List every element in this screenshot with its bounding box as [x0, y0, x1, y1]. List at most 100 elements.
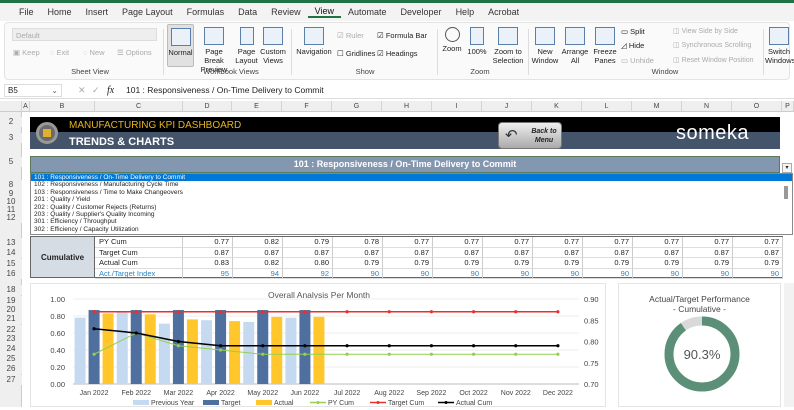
freeze-panes-icon — [595, 27, 615, 45]
menu-help[interactable]: Help — [449, 7, 482, 17]
column-header-B[interactable]: B — [30, 101, 95, 112]
cancel-icon[interactable]: ✕ — [78, 85, 86, 96]
kpi-list[interactable]: 101 : Responsiveness / On-Time Delivery … — [30, 173, 793, 235]
kpi-list-item[interactable]: 103 : Responsiveness / Time to Make Chan… — [31, 189, 792, 196]
menu-view[interactable]: View — [307, 6, 341, 18]
zoom-button[interactable]: Zoom — [441, 27, 463, 53]
kpi-list-item[interactable]: 102 : Responsiveness / Manufacturing Cyc… — [31, 181, 792, 188]
back-to-menu-button[interactable]: ↶ Back to Menu — [498, 122, 562, 149]
kpi-list-item[interactable]: 101 : Responsiveness / On-Time Delivery … — [31, 174, 792, 182]
menu-file[interactable]: File — [12, 7, 41, 17]
point-target-cum — [471, 310, 476, 314]
row-header-3[interactable]: 3 — [0, 133, 22, 143]
row-header-26[interactable]: 26 — [0, 364, 22, 374]
row-header-12[interactable]: 12 — [0, 213, 22, 223]
formula-bar-checkbox[interactable]: ☑ Formula Bar — [377, 31, 427, 40]
kpi-list-item[interactable]: 301 : Efficiency / Throughput — [31, 218, 792, 225]
menu-review[interactable]: Review — [264, 7, 308, 17]
dropdown-arrow-icon[interactable]: ▾ — [782, 163, 792, 173]
row-header-24[interactable]: 24 — [0, 344, 22, 354]
chevron-down-icon: ⌄ — [51, 86, 58, 95]
navigation-button[interactable]: Navigation — [295, 27, 333, 56]
exit-button[interactable]: ◌ Exit — [50, 48, 69, 57]
menu-insert[interactable]: Insert — [79, 7, 116, 17]
column-header-J[interactable]: J — [482, 101, 532, 112]
column-header-C[interactable]: C — [95, 101, 183, 112]
row-header-23[interactable]: 23 — [0, 334, 22, 344]
column-header-P[interactable]: P — [782, 101, 794, 112]
menu-automate[interactable]: Automate — [341, 7, 394, 17]
enter-icon[interactable]: ✓ — [92, 85, 100, 96]
function-icon[interactable]: fx — [107, 85, 114, 96]
row-header-13[interactable]: 13 — [0, 238, 22, 248]
column-header-I[interactable]: I — [432, 101, 482, 112]
row-header-14[interactable]: 14 — [0, 248, 22, 258]
menu-formulas[interactable]: Formulas — [180, 7, 232, 17]
formula-input[interactable]: 101 : Responsiveness / On-Time Delivery … — [122, 84, 790, 97]
table-cell: 0.77 — [433, 237, 483, 248]
reset-window-position-button[interactable]: ◫ Reset Window Position — [673, 56, 754, 64]
column-header-N[interactable]: N — [682, 101, 732, 112]
select-all-corner[interactable] — [0, 101, 22, 112]
custom-views-button[interactable]: Custom Views — [259, 27, 287, 65]
row-header-16[interactable]: 16 — [0, 269, 22, 279]
kpi-list-item[interactable]: 203 : Quality / Supplier's Quality Incom… — [31, 211, 792, 218]
column-header-O[interactable]: O — [732, 101, 782, 112]
column-header-E[interactable]: E — [232, 101, 282, 112]
options-button[interactable]: ☰ Options — [117, 48, 152, 57]
row-header-2[interactable]: 2 — [0, 117, 22, 127]
split-button[interactable]: ▭ Split — [621, 27, 645, 36]
table-cell: 90 — [333, 268, 383, 279]
row-header-5[interactable]: 5 — [0, 157, 22, 167]
kpi-selector[interactable]: 101 : Responsiveness / On-Time Delivery … — [30, 156, 780, 173]
zoom-100-button[interactable]: 100% — [466, 27, 488, 56]
kpi-list-item[interactable]: 201 : Quality / Yield — [31, 196, 792, 203]
column-headers: ABCDEFGHIJKLMNOP — [0, 101, 794, 112]
zoom-to-selection-button[interactable]: Zoom to Selection — [491, 27, 525, 65]
column-header-F[interactable]: F — [282, 101, 332, 112]
table-cell: 0.78 — [333, 237, 383, 248]
column-header-K[interactable]: K — [532, 101, 582, 112]
kpi-list-item[interactable]: 202 : Quality / Customer Rejects (Return… — [31, 204, 792, 211]
kpi-list-item[interactable]: 302 : Efficiency / Capacity Utilization — [31, 226, 792, 233]
row-header-18[interactable]: 18 — [0, 285, 22, 295]
view-side-by-side-button[interactable]: ◫ View Side by Side — [673, 27, 738, 35]
headings-checkbox[interactable]: ☑ Headings — [377, 49, 418, 58]
column-header-L[interactable]: L — [582, 101, 632, 112]
column-header-A[interactable]: A — [22, 101, 30, 112]
name-box[interactable]: B5 ⌄ — [4, 84, 62, 97]
list-scrollbar-thumb[interactable] — [784, 186, 788, 199]
menu-acrobat[interactable]: Acrobat — [481, 7, 526, 17]
hide-button[interactable]: ◿ Hide — [621, 41, 644, 50]
new-window-button[interactable]: New Window — [531, 27, 559, 65]
row-header-25[interactable]: 25 — [0, 354, 22, 364]
menu-developer[interactable]: Developer — [394, 7, 449, 17]
row-header-15[interactable]: 15 — [0, 259, 22, 269]
new-button[interactable]: ◌ New — [83, 48, 105, 57]
divider — [763, 29, 764, 75]
unhide-button[interactable]: ▭ Unhide — [621, 56, 654, 65]
divider — [528, 29, 529, 75]
sheet-view-dropdown[interactable]: Default — [12, 28, 157, 41]
custom-views-icon — [263, 27, 283, 45]
freeze-panes-button[interactable]: Freeze Panes — [591, 27, 619, 65]
menu-page-layout[interactable]: Page Layout — [115, 7, 180, 17]
ruler-checkbox[interactable]: ☑ Ruler — [337, 31, 364, 40]
column-header-H[interactable]: H — [382, 101, 432, 112]
column-header-G[interactable]: G — [332, 101, 382, 112]
switch-windows-button[interactable]: Switch Windows — [765, 27, 794, 65]
column-header-D[interactable]: D — [183, 101, 232, 112]
keep-button[interactable]: ▣ Keep — [13, 48, 40, 57]
point-actual-cum — [556, 344, 560, 348]
normal-view-button[interactable]: Normal — [167, 24, 194, 67]
column-header-M[interactable]: M — [632, 101, 682, 112]
menu-data[interactable]: Data — [231, 7, 264, 17]
row-header-27[interactable]: 27 — [0, 375, 22, 385]
page-layout-button[interactable]: Page Layout — [233, 27, 260, 65]
arrange-all-button[interactable]: Arrange All — [561, 27, 589, 65]
divider — [163, 29, 164, 75]
menu-home[interactable]: Home — [41, 7, 79, 17]
gridlines-checkbox[interactable]: ☐ Gridlines — [337, 49, 375, 58]
row-header-21[interactable]: 21 — [0, 314, 22, 324]
synchronous-scrolling-button[interactable]: ◫ Synchronous Scrolling — [673, 41, 751, 49]
